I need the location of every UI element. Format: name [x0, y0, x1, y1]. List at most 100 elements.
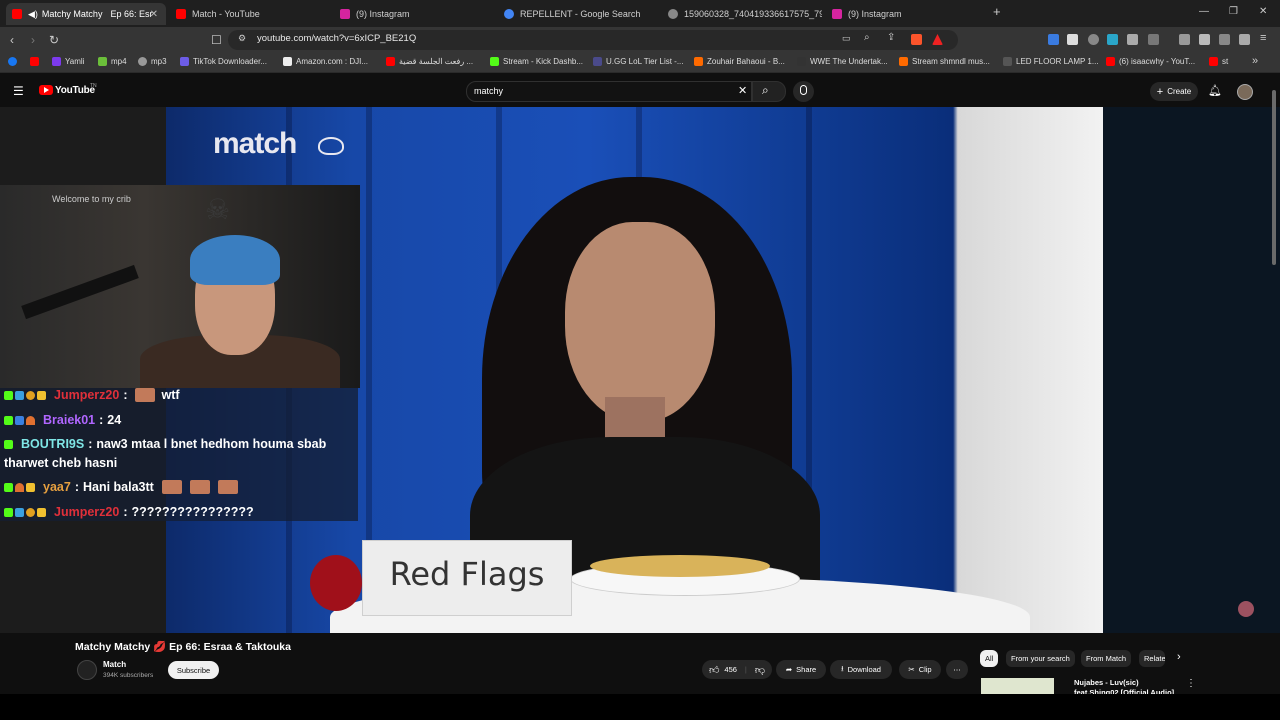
bookmark-icon[interactable]: ☐ [211, 33, 222, 47]
chip-from-match[interactable]: From Match [1081, 650, 1132, 667]
chip-related[interactable]: Relate [1139, 650, 1165, 667]
reload-icon[interactable]: ↻ [49, 33, 59, 47]
bookmark-label: WWE The Undertak... [810, 57, 888, 66]
kick-badge-icon [4, 415, 13, 425]
tab-instagram-2[interactable]: (9) Instagram [826, 3, 986, 25]
tab-match-youtube[interactable]: Match - YouTube [170, 3, 330, 25]
site-info-icon[interactable]: ⚙ [238, 33, 246, 44]
new-tab-button[interactable]: + [993, 4, 1001, 19]
bookmark-mp3[interactable]: mp3 [138, 57, 167, 66]
bandcamp-icon [694, 57, 703, 66]
menu-icon[interactable]: ≡ [1260, 32, 1266, 44]
restore-button[interactable]: ❐ [1229, 6, 1238, 17]
play-icon [44, 87, 49, 93]
hamburger-menu-icon[interactable]: ☰ [13, 84, 24, 98]
back-icon[interactable]: ‹ [10, 33, 14, 47]
bookmark-facebook[interactable] [8, 57, 21, 66]
bookmark-wwe[interactable]: WWE The Undertak... [797, 57, 888, 66]
chat-message: Braiek01 : 24 [4, 413, 121, 427]
coin-badge-icon [26, 390, 35, 400]
person-face [565, 222, 715, 422]
bookmark-st[interactable]: st [1209, 57, 1228, 66]
url-text[interactable]: youtube.com/watch?v=6xICP_BE21Q [257, 33, 416, 44]
video-title: Matchy Matchy 💋 Ep 66: Esraa & Taktouka [75, 641, 291, 653]
music-icon[interactable] [1179, 34, 1190, 45]
tab-google-search[interactable]: REPELLENT - Google Search [498, 3, 658, 25]
rose [310, 555, 362, 611]
subscribe-button[interactable]: Subscribe [168, 661, 219, 679]
sidebar-icon[interactable] [1199, 34, 1210, 45]
search-button[interactable] [752, 81, 786, 102]
chip-from-your-search[interactable]: From your search [1006, 650, 1075, 667]
chip-all[interactable]: All [980, 650, 999, 667]
more-actions-button[interactable]: ⋯ [946, 660, 968, 679]
bookmark-isaacwhy[interactable]: (6) isaacwhy - YouT... [1106, 57, 1195, 66]
brave-shield-icon[interactable] [911, 34, 922, 45]
bookmark-label: TikTok Downloader... [193, 57, 267, 66]
channel-name[interactable]: Match [103, 660, 126, 669]
search-query[interactable]: matchy [474, 86, 503, 96]
download-button[interactable]: ⭳ Download [830, 660, 892, 679]
extension-icon[interactable] [1148, 34, 1159, 45]
search-input[interactable] [466, 81, 752, 102]
bookmark-ugg[interactable]: U.GG LoL Tier List -... [593, 57, 684, 66]
bookmark-mp4[interactable]: mp4 [98, 57, 127, 66]
forward-icon[interactable]: › [31, 33, 35, 47]
close-tab-icon[interactable]: ✕ [150, 9, 158, 20]
bookmark-yamli[interactable]: Yamli [52, 57, 84, 66]
clear-search-icon[interactable]: ✕ [738, 84, 747, 97]
create-button[interactable]: + Create [1150, 82, 1198, 101]
tab-instagram[interactable]: (9) Instagram [334, 3, 494, 25]
kick-badge-icon [4, 507, 13, 517]
tab-label: REPELLENT - Google Search [520, 9, 641, 19]
video-right-region [1103, 107, 1280, 633]
more-bookmarks-icon[interactable]: » [1252, 55, 1258, 67]
dislike-button[interactable]: 👎︎ [755, 664, 765, 676]
cast-icon[interactable]: ▭ [842, 33, 851, 44]
youtube-logo-text[interactable]: YouTube [55, 85, 95, 96]
bookmark-tiktok[interactable]: TikTok Downloader... [180, 57, 267, 66]
download-icon [98, 57, 107, 66]
close-window-button[interactable]: ✕ [1259, 6, 1267, 17]
minimize-button[interactable]: — [1199, 6, 1209, 17]
wwe-icon [797, 57, 806, 66]
bookmark-kick[interactable]: Stream - Kick Dashb... [490, 57, 583, 66]
extension-icon[interactable] [1048, 34, 1059, 45]
more-options-icon[interactable]: ⋮ [1186, 678, 1196, 689]
leo-ai-icon[interactable] [1239, 34, 1250, 45]
stream-icon [899, 57, 908, 66]
like-button[interactable]: 👍︎ 456 [709, 664, 737, 676]
tab-matchy-matchy[interactable]: ◀) Matchy Matchy Ep 66: Esr ✕ [6, 3, 166, 25]
bookmark-led-lamp[interactable]: LED FLOOR LAMP 1... [1003, 57, 1099, 66]
tab-image[interactable]: 159060328_740419336617575_7964 [662, 3, 822, 25]
account-avatar[interactable] [1237, 84, 1253, 100]
channel-watermark-icon[interactable] [1238, 601, 1254, 617]
page-scrollbar[interactable] [1272, 90, 1276, 265]
bookmark-stream[interactable]: Stream shmndl mus... [899, 57, 990, 66]
wallet-icon[interactable] [1219, 34, 1230, 45]
extension-icon[interactable] [1107, 34, 1118, 45]
bookmark-amazon[interactable]: Amazon.com : DJI... [283, 57, 368, 66]
related-video-thumbnail[interactable] [981, 678, 1054, 694]
clip-button[interactable]: ✂ Clip [899, 660, 941, 679]
extension-icon[interactable] [1067, 34, 1078, 45]
zoom-icon[interactable]: ⌕ [864, 32, 870, 43]
bookmark-arabic-video[interactable]: رفعت الجلسة قضية ... [386, 57, 473, 66]
facebook-icon [8, 57, 17, 66]
share-button[interactable]: ➦ Share [776, 660, 826, 679]
chat-text: wtf [161, 388, 180, 402]
chevron-right-icon[interactable]: › [1177, 651, 1181, 663]
bookmark-youtube[interactable] [30, 57, 43, 66]
bookmark-zouhair[interactable]: Zouhair Bahaoui - B... [694, 57, 785, 66]
related-video-title[interactable]: Nujabes - Luv(sic) feat.Shing02 [Officia… [1074, 678, 1184, 694]
extension-icon[interactable] [1088, 34, 1099, 45]
tab-label: (9) Instagram [356, 9, 410, 19]
thumbs-up-icon: 👍︎ [708, 664, 720, 676]
share-label: Share [796, 665, 817, 674]
notifications-bell-icon[interactable]: 🔔︎ [1208, 84, 1222, 97]
share-page-icon[interactable]: ⇪ [887, 32, 895, 43]
video-player[interactable]: match Red Flags ☠ Welcome to my crib Jum… [0, 107, 1280, 633]
puzzle-icon[interactable] [1127, 34, 1138, 45]
chat-username: Jumperz20 [54, 505, 120, 519]
channel-avatar[interactable] [77, 660, 97, 680]
